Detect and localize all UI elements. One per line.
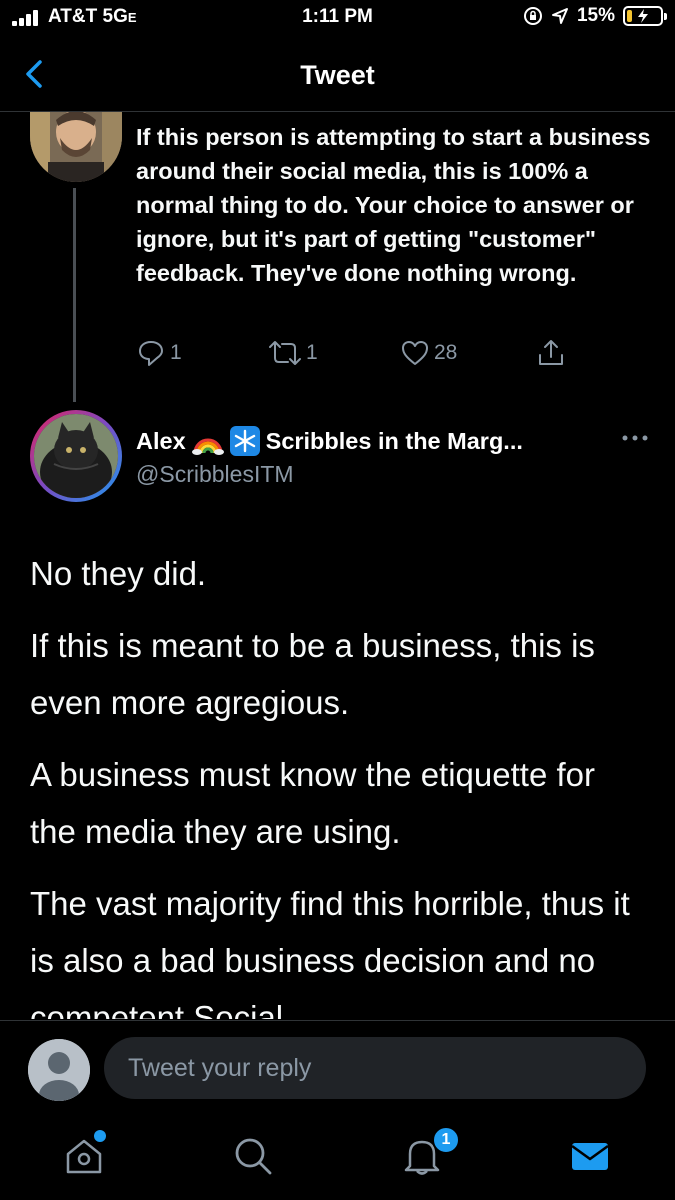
reply-input[interactable]: Tweet your reply <box>104 1037 646 1099</box>
rainbow-emoji-icon <box>191 438 224 455</box>
reply-count: 1 <box>170 341 182 364</box>
reply-author-name[interactable]: Alex Scribbles in the Marg... <box>136 426 523 456</box>
battery-fill <box>627 10 632 22</box>
status-right-group: 15% <box>523 5 667 27</box>
share-icon <box>539 340 563 365</box>
battery-icon <box>623 6 667 26</box>
tweet-header: Tweet <box>0 40 675 112</box>
snowflake-emoji-icon <box>229 426 260 456</box>
parent-tweet-actions: 1 1 28 <box>136 338 576 372</box>
like-action[interactable]: 28 <box>400 338 457 368</box>
more-options-icon[interactable] <box>620 428 650 448</box>
reply-paragraph: A business must know the etiquette for t… <box>30 756 595 850</box>
reply-composer: Tweet your reply <box>0 1020 675 1116</box>
reply-action[interactable]: 1 <box>136 338 182 368</box>
like-count: 28 <box>434 341 458 364</box>
status-bar: AT&T 5GE 1:11 PM 15% <box>0 0 675 38</box>
heart-icon <box>402 341 428 365</box>
reply-tweet-body: No they did. If this is meant to be a bu… <box>30 545 650 1019</box>
search-icon[interactable] <box>231 1134 275 1178</box>
location-icon <box>551 8 568 24</box>
reply-author-handle[interactable]: @ScribblesITM <box>136 461 294 488</box>
reply-author-avatar[interactable] <box>30 410 122 502</box>
orientation-lock-icon <box>523 7 542 25</box>
retweet-action[interactable]: 1 <box>268 338 318 368</box>
reply-icon <box>139 341 163 366</box>
retweet-icon <box>269 341 301 365</box>
display-name-suffix: Scribbles in the Marg... <box>265 427 523 454</box>
messages-icon[interactable] <box>568 1134 612 1178</box>
reply-paragraph: If this is meant to be a business, this … <box>30 627 595 721</box>
battery-percent: 15% <box>576 5 615 26</box>
parent-tweet-text: If this person is attempting to start a … <box>136 124 651 286</box>
display-name: Alex <box>136 427 186 454</box>
reply-paragraph: The vast majority find this horrible, th… <box>30 885 630 1019</box>
share-action[interactable] <box>536 338 566 368</box>
bottom-tab-bar: 1 <box>0 1116 675 1200</box>
notifications-badge: 1 <box>432 1126 460 1154</box>
charging-bolt-icon <box>638 9 648 23</box>
retweet-count: 1 <box>306 341 318 364</box>
reply-paragraph: No they did. <box>30 555 207 592</box>
home-new-indicator <box>94 1130 106 1142</box>
user-avatar[interactable] <box>28 1039 90 1101</box>
page-title: Tweet <box>300 60 375 90</box>
thread-connector-line <box>73 188 76 402</box>
parent-tweet-avatar[interactable] <box>30 112 122 182</box>
